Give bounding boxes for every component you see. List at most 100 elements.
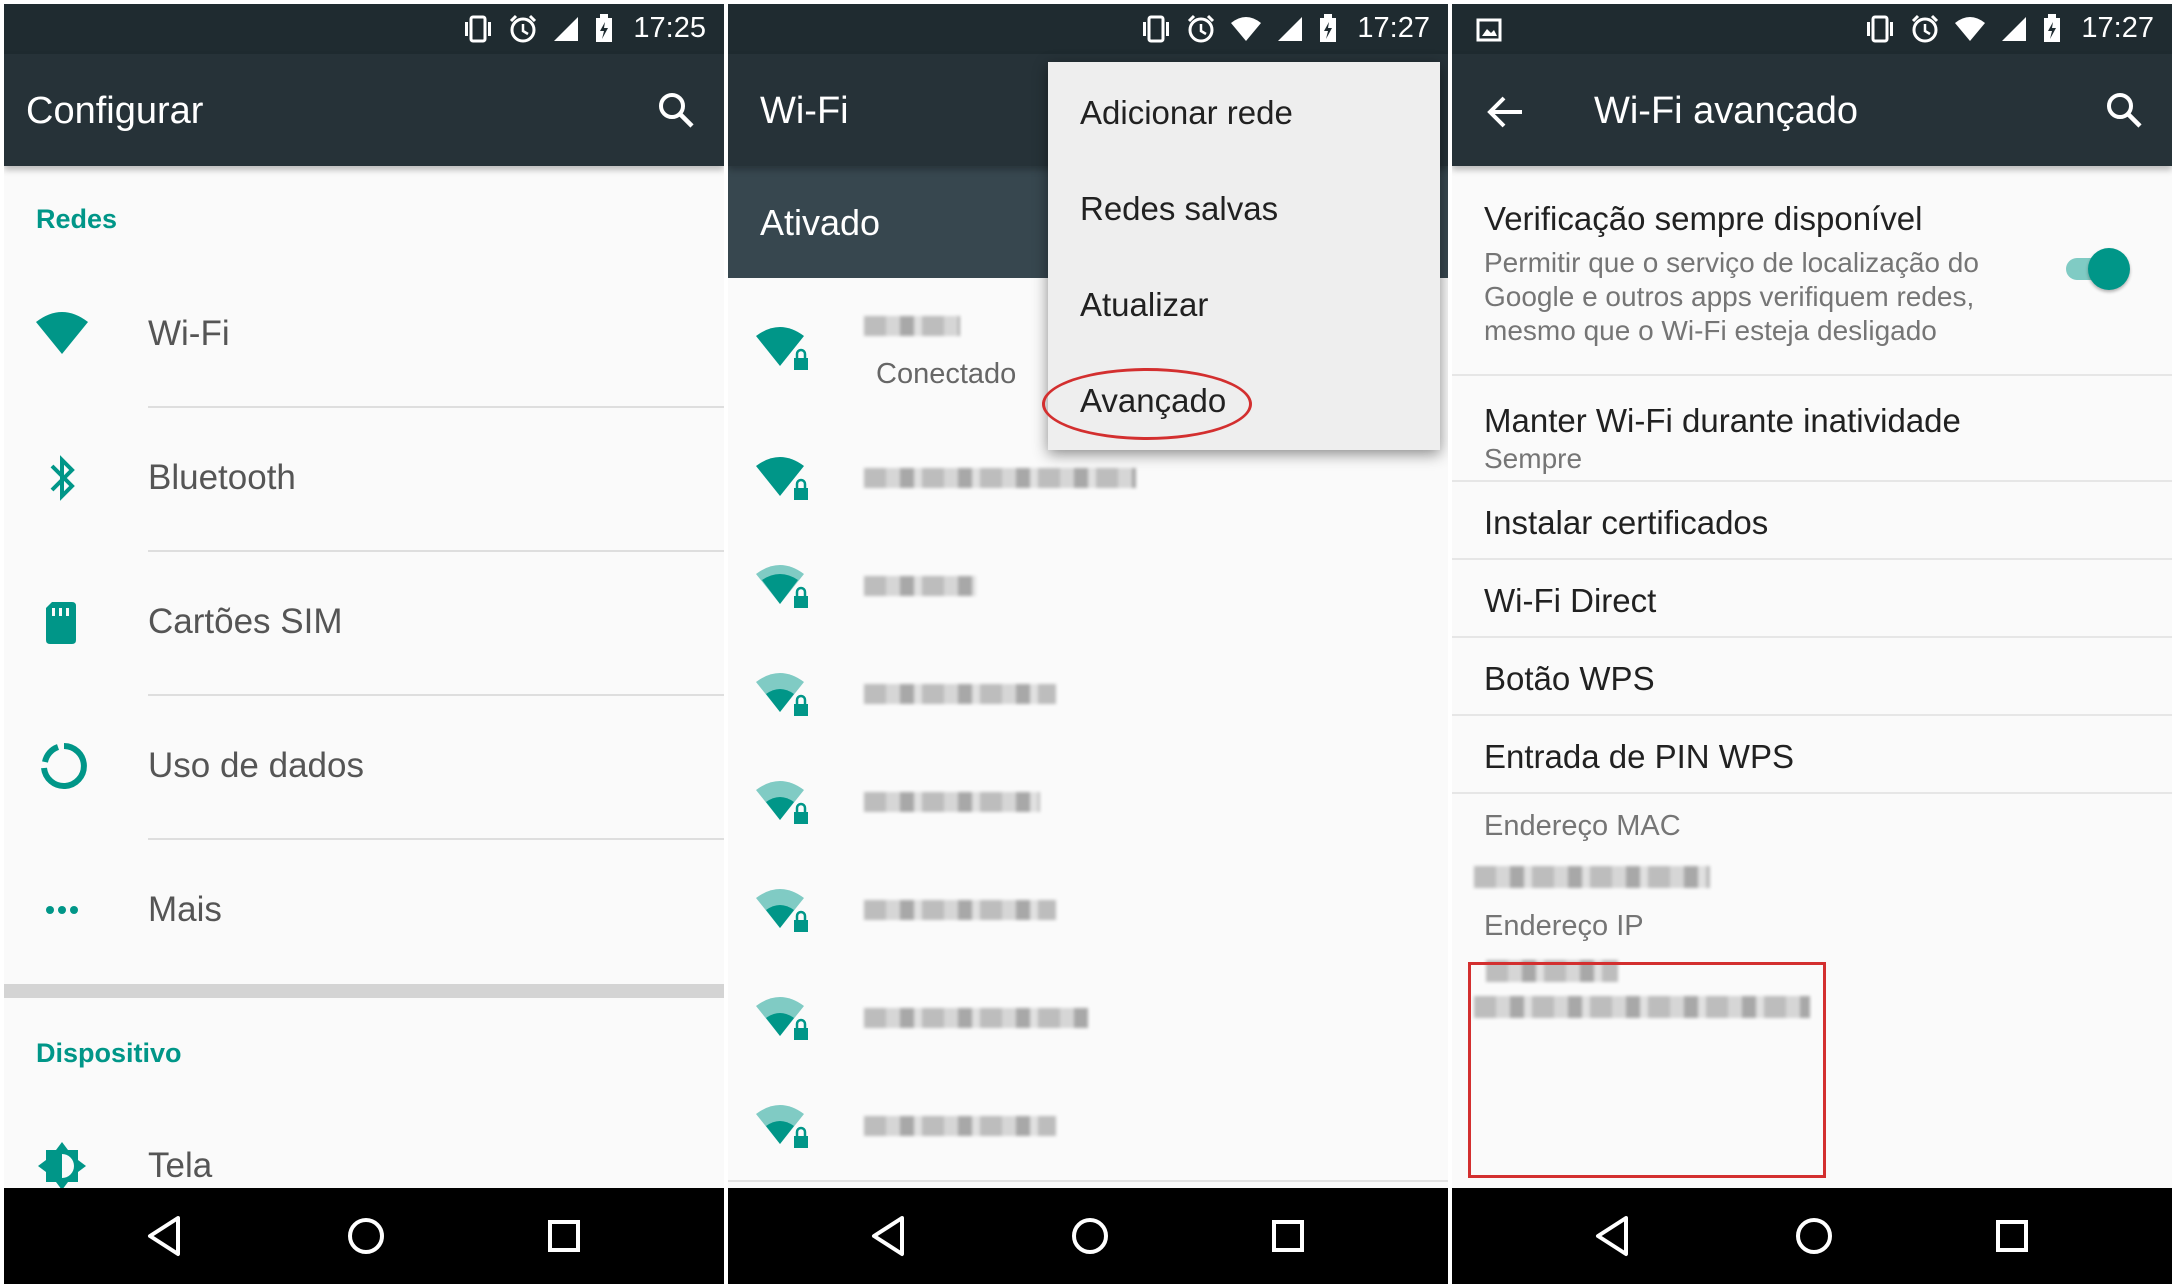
menu-item-add-network[interactable]: Adicionar rede bbox=[1080, 94, 1293, 132]
section-header-networks: Redes bbox=[36, 204, 118, 234]
settings-item-wifi[interactable]: Wi-Fi bbox=[4, 262, 724, 406]
settings-item-label: Uso de dados bbox=[148, 746, 364, 785]
network-name-redacted bbox=[864, 1116, 1056, 1136]
menu-item-saved-networks[interactable]: Redes salvas bbox=[1080, 190, 1278, 228]
settings-item-sim[interactable]: Cartões SIM bbox=[4, 550, 724, 694]
wifi-advanced-screen: 17:27 Wi-Fi avançado Verificação sempre … bbox=[1452, 4, 2172, 1284]
settings-item-data-usage[interactable]: Uso de dados bbox=[4, 694, 724, 838]
home-nav-icon[interactable] bbox=[344, 1214, 388, 1258]
wifi-network-item[interactable] bbox=[728, 856, 1448, 966]
setting-scanning-always-available[interactable]: Verificação sempre disponível Permitir q… bbox=[1452, 166, 2172, 376]
navigation-bar bbox=[728, 1188, 1448, 1284]
brightness-icon bbox=[38, 1142, 86, 1190]
network-name-redacted bbox=[864, 684, 1056, 704]
wifi-signal-lock-icon bbox=[756, 565, 808, 608]
vibrate-icon bbox=[1867, 15, 1893, 43]
overflow-menu: Adicionar rede Redes salvas Atualizar Av… bbox=[1042, 62, 1440, 450]
back-nav-icon[interactable] bbox=[144, 1214, 184, 1258]
back-nav-icon[interactable] bbox=[1592, 1214, 1632, 1258]
network-name-redacted bbox=[864, 792, 1040, 812]
wifi-network-item[interactable] bbox=[728, 1072, 1448, 1182]
wifi-switch-label: Ativado bbox=[760, 202, 881, 243]
setting-wps-pin[interactable]: Entrada de PIN WPS bbox=[1452, 714, 2172, 794]
alarm-icon bbox=[509, 14, 537, 43]
wifi-signal-lock-icon bbox=[756, 457, 808, 500]
status-icons bbox=[462, 14, 614, 44]
wifi-signal-lock-icon bbox=[756, 781, 808, 824]
alarm-icon bbox=[1187, 14, 1215, 43]
settings-item-label: Cartões SIM bbox=[148, 602, 343, 641]
network-name-redacted bbox=[864, 900, 1056, 920]
wifi-signal-lock-icon bbox=[756, 889, 808, 932]
status-bar: 17:27 bbox=[1452, 4, 2172, 54]
setting-title: Botão WPS bbox=[1484, 660, 1655, 697]
connection-status: Conectado bbox=[876, 358, 1017, 390]
setting-summary: Permitir que o serviço de localização do… bbox=[1484, 247, 1979, 346]
setting-wifi-direct[interactable]: Wi-Fi Direct bbox=[1452, 558, 2172, 638]
clock: 17:27 bbox=[1357, 12, 1430, 44]
settings-item-more[interactable]: Mais bbox=[4, 838, 724, 982]
alarm-icon bbox=[1911, 14, 1939, 43]
signal-icon bbox=[2002, 17, 2026, 41]
page-title: Wi-Fi bbox=[760, 90, 849, 132]
signal-icon bbox=[1278, 17, 1302, 41]
section-header-device: Dispositivo bbox=[36, 1038, 182, 1068]
setting-install-certificates[interactable]: Instalar certificados bbox=[1452, 480, 2172, 560]
search-icon[interactable] bbox=[656, 90, 696, 130]
setting-title: Verificação sempre disponível bbox=[1484, 200, 1923, 237]
status-bar: 17:25 bbox=[4, 4, 724, 54]
clock: 17:25 bbox=[633, 12, 706, 44]
recents-nav-icon[interactable] bbox=[1268, 1214, 1308, 1258]
status-icons bbox=[1140, 14, 1338, 44]
search-icon[interactable] bbox=[2104, 90, 2144, 130]
wifi-network-item[interactable] bbox=[728, 964, 1448, 1074]
settings-item-bluetooth[interactable]: Bluetooth bbox=[4, 406, 724, 550]
network-name-redacted bbox=[864, 1008, 1088, 1028]
image-notification-icon bbox=[1476, 18, 1502, 42]
highlight-circle bbox=[1042, 368, 1252, 440]
toggle-thumb bbox=[2088, 248, 2130, 290]
scanning-toggle[interactable] bbox=[2062, 244, 2130, 294]
clock: 17:27 bbox=[2081, 12, 2154, 44]
app-bar: Wi-Fi avançado bbox=[1452, 54, 2172, 166]
wifi-signal-lock-icon bbox=[756, 1105, 808, 1148]
app-bar: Configurar bbox=[4, 54, 724, 166]
signal-icon bbox=[554, 17, 578, 41]
settings-item-label: Mais bbox=[148, 890, 222, 929]
battery-icon bbox=[2044, 14, 2060, 42]
setting-title: Wi-Fi Direct bbox=[1484, 582, 1657, 619]
sim-card-icon bbox=[46, 602, 76, 644]
wifi-signal-lock-icon bbox=[756, 673, 808, 716]
wifi-icon bbox=[36, 312, 88, 354]
highlight-box bbox=[1468, 962, 1826, 1178]
settings-item-label: Wi-Fi bbox=[148, 314, 230, 353]
home-nav-icon[interactable] bbox=[1792, 1214, 1836, 1258]
settings-item-label: Bluetooth bbox=[148, 458, 296, 497]
back-nav-icon[interactable] bbox=[868, 1214, 908, 1258]
wifi-signal-lock-icon bbox=[756, 997, 808, 1040]
status-icons bbox=[1864, 14, 2062, 44]
recents-nav-icon[interactable] bbox=[1992, 1214, 2032, 1258]
wifi-network-item[interactable] bbox=[728, 748, 1448, 858]
navigation-bar bbox=[1452, 1188, 2172, 1284]
network-name-redacted bbox=[864, 468, 1136, 488]
back-arrow-icon[interactable] bbox=[1486, 94, 1526, 130]
wifi-status-icon bbox=[1955, 17, 1985, 41]
menu-item-refresh[interactable]: Atualizar bbox=[1080, 286, 1208, 324]
setting-keep-wifi-on-sleep[interactable]: Manter Wi-Fi durante inatividade Sempre bbox=[1452, 374, 2172, 482]
setting-title: Manter Wi-Fi durante inatividade bbox=[1484, 402, 1961, 439]
ip-address-label: Endereço IP bbox=[1484, 910, 1644, 942]
setting-wps-button[interactable]: Botão WPS bbox=[1452, 636, 2172, 716]
battery-icon bbox=[1320, 14, 1336, 42]
network-name-redacted bbox=[864, 316, 960, 336]
settings-item-label: Tela bbox=[148, 1146, 213, 1185]
bluetooth-icon bbox=[50, 455, 75, 501]
home-nav-icon[interactable] bbox=[1068, 1214, 1112, 1258]
wifi-signal-lock-icon bbox=[756, 327, 808, 370]
wifi-network-item[interactable] bbox=[728, 532, 1448, 642]
data-usage-icon bbox=[41, 743, 87, 789]
battery-icon bbox=[596, 14, 612, 42]
wifi-network-item[interactable] bbox=[728, 640, 1448, 750]
recents-nav-icon[interactable] bbox=[544, 1214, 584, 1258]
page-title: Configurar bbox=[26, 90, 204, 132]
